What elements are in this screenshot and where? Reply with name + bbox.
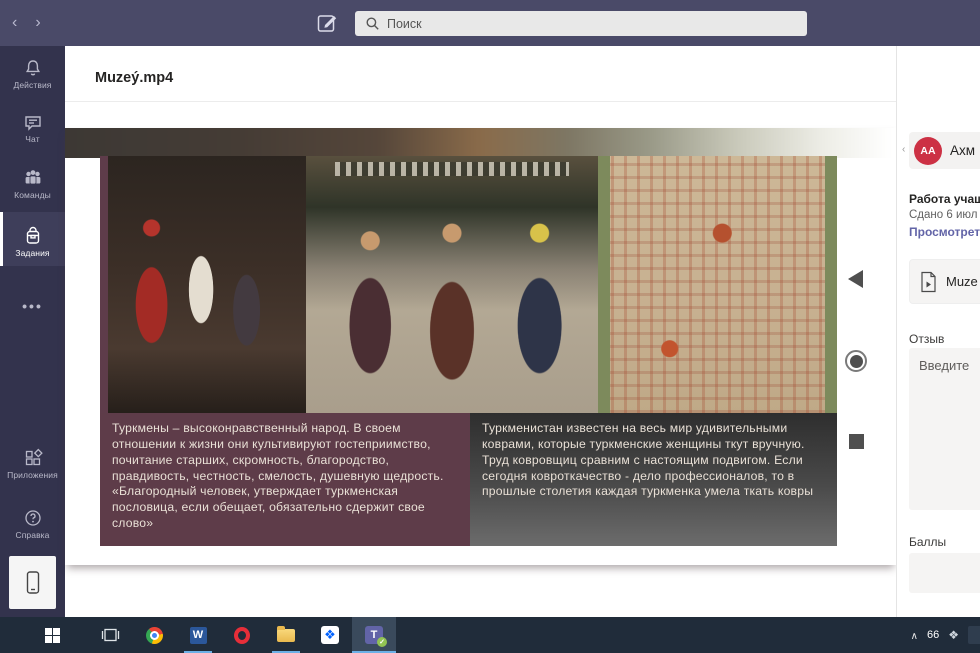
document-title: Muzeý.mp4 (95, 70, 173, 86)
assignment-panel: ‹ AA Ахм Работа учащ Сдано 6 июл Просмот… (896, 46, 980, 617)
sidebar-label-help: Справка (0, 530, 65, 540)
points-input[interactable] (909, 553, 980, 593)
taskbar-word[interactable]: W (176, 617, 220, 653)
taskbar-teams[interactable]: T (352, 617, 396, 653)
sidebar-label-assignments: Задания (0, 248, 65, 258)
teams-window: ‹ › Поиск Действия (0, 0, 980, 653)
tray-expand-icon[interactable]: ∧ (911, 631, 918, 642)
points-label: Баллы (909, 535, 946, 549)
view-history-link[interactable]: Просмотрет (909, 225, 980, 239)
bell-icon (23, 58, 43, 78)
forward-icon[interactable]: › (35, 14, 40, 32)
video-file-icon (920, 271, 937, 293)
help-icon (23, 508, 43, 528)
back-icon[interactable]: ‹ (12, 14, 17, 32)
video-blur-strip (65, 128, 896, 158)
sidebar-label-apps: Приложения (0, 470, 65, 480)
photo-traditional-ceremony (108, 156, 306, 413)
student-chip[interactable]: AA Ахм (909, 132, 980, 169)
opera-icon (234, 627, 250, 644)
taskbar-chrome[interactable] (132, 617, 176, 653)
new-chat-icon[interactable] (316, 12, 338, 34)
app-sidebar: Действия Чат Команды (0, 46, 65, 617)
sidebar-item-teams[interactable]: Команды (0, 168, 65, 200)
windows-taskbar: W ❖ T ∧ 66 ❖ (0, 617, 980, 653)
system-tray: ∧ 66 ❖ (911, 617, 980, 653)
photo-turkmen-carpet (598, 156, 837, 413)
top-bar: ‹ › Поиск (0, 0, 980, 46)
explorer-icon (277, 629, 295, 642)
tray-count: 66 (927, 629, 939, 641)
work-label: Работа учащ (909, 192, 980, 206)
attached-file-card[interactable]: Muze (909, 259, 980, 304)
sidebar-item-apps[interactable]: Приложения (0, 448, 65, 480)
chat-icon (23, 112, 43, 132)
more-icon: ••• (22, 298, 43, 314)
sidebar-label-activity: Действия (0, 80, 65, 90)
record-button[interactable] (845, 350, 867, 372)
sidebar-label-teams: Команды (0, 190, 65, 200)
phone-icon (24, 570, 42, 596)
start-button[interactable] (30, 617, 74, 653)
search-icon (366, 17, 379, 30)
task-view-icon (101, 627, 120, 643)
dropbox-icon: ❖ (321, 626, 339, 644)
taskbar-dropbox[interactable]: ❖ (308, 617, 352, 653)
stop-button[interactable] (849, 434, 864, 449)
teams-icon (22, 168, 44, 188)
sidebar-item-chat[interactable]: Чат (0, 112, 65, 144)
attached-file-name: Muze (946, 274, 978, 289)
sidebar-item-help[interactable]: Справка (0, 508, 65, 540)
taskbar-opera[interactable] (220, 617, 264, 653)
assignments-icon (23, 226, 43, 246)
sidebar-label-chat: Чат (0, 134, 65, 144)
taskbar-explorer[interactable] (264, 617, 308, 653)
collapse-chevron-icon[interactable]: ‹ (902, 144, 905, 155)
main-content: Muzeý.mp4 Туркмены – высоконравственный … (65, 46, 896, 617)
windows-icon (45, 628, 60, 643)
student-name: Ахм (950, 143, 975, 158)
tray-dropbox-icon[interactable]: ❖ (948, 628, 959, 642)
header-divider (65, 101, 896, 102)
presentation-slide: Туркмены – высоконравственный народ. В с… (100, 156, 837, 546)
sidebar-item-more[interactable]: ••• (0, 298, 65, 314)
word-icon: W (190, 627, 207, 644)
slide-caption-left: Туркмены – высоконравственный народ. В с… (100, 413, 470, 546)
teams-app-icon: T (365, 626, 383, 644)
tray-partial-icon[interactable] (968, 626, 980, 644)
previous-button[interactable] (848, 270, 863, 288)
sidebar-item-activity[interactable]: Действия (0, 58, 65, 90)
chrome-icon (146, 627, 163, 644)
submitted-status: Сдано 6 июл (909, 209, 977, 221)
search-input[interactable]: Поиск (355, 11, 807, 36)
feedback-label: Отзыв (909, 332, 944, 346)
video-player[interactable]: Туркмены – высоконравственный народ. В с… (65, 128, 896, 565)
search-placeholder: Поиск (387, 17, 422, 31)
task-view-button[interactable] (88, 617, 132, 653)
sidebar-item-assignments[interactable]: Задания (0, 212, 65, 266)
slide-caption-right: Туркменистан известен на весь мир удивит… (470, 413, 837, 546)
photo-turkmen-women (306, 156, 598, 413)
apps-icon (23, 448, 43, 468)
mobile-app-button[interactable] (9, 556, 56, 609)
feedback-textarea[interactable] (909, 348, 980, 510)
avatar: AA (914, 137, 942, 165)
